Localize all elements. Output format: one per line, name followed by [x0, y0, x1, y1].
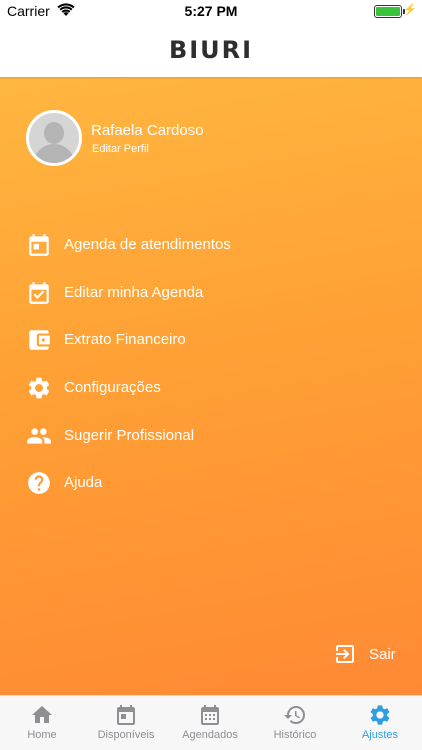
- avatar: [26, 110, 82, 166]
- tab-label: Histórico: [273, 729, 317, 741]
- logout-button[interactable]: Sair: [333, 640, 413, 670]
- menu-item-configuracoes[interactable]: Configurações: [26, 372, 406, 402]
- calendar-icon: [114, 703, 138, 727]
- profile-card[interactable]: Rafaela Cardoso Editar Perfil: [26, 110, 406, 166]
- history-icon: [283, 703, 307, 727]
- tab-label: Home: [27, 729, 57, 741]
- tab-historico[interactable]: Histórico: [253, 696, 337, 750]
- menu-item-label: Configurações: [64, 379, 161, 396]
- status-bar: Carrier 5:27 PM ⚡: [0, 0, 422, 22]
- menu-item-label: Extrato Financeiro: [64, 331, 186, 348]
- battery-icon: [374, 5, 402, 18]
- tab-ajustes[interactable]: Ajustes: [338, 696, 422, 750]
- menu-item-label: Editar minha Agenda: [64, 284, 204, 301]
- menu-item-label: Ajuda: [64, 474, 103, 491]
- tab-bar: Home Disponíveis Agendados Histórico Aju…: [0, 695, 422, 750]
- calendar-check-icon: [26, 280, 52, 306]
- help-icon: [26, 470, 52, 496]
- app-header: BIURI: [0, 22, 422, 77]
- menu-item-sugerir-profissional[interactable]: Sugerir Profissional: [26, 420, 406, 450]
- gear-icon: [26, 375, 52, 401]
- menu-item-agenda-atendimentos[interactable]: Agenda de atendimentos: [26, 229, 406, 259]
- menu-item-ajuda[interactable]: Ajuda: [26, 467, 406, 497]
- menu-item-extrato-financeiro[interactable]: Extrato Financeiro: [26, 324, 406, 354]
- menu-item-label: Sugerir Profissional: [64, 427, 195, 444]
- wallet-icon: [26, 327, 52, 353]
- calendar-icon: [26, 232, 52, 258]
- profile-name: Rafaela Cardoso: [91, 122, 204, 139]
- people-icon: [26, 423, 52, 449]
- charging-icon: ⚡: [403, 4, 417, 16]
- edit-profile-link[interactable]: Editar Perfil: [92, 143, 149, 155]
- exit-icon: [333, 642, 357, 666]
- home-icon: [30, 703, 54, 727]
- settings-panel: Rafaela Cardoso Editar Perfil Agenda de …: [0, 77, 422, 695]
- menu-item-label: Agenda de atendimentos: [64, 236, 231, 253]
- menu-item-editar-agenda[interactable]: Editar minha Agenda: [26, 277, 406, 307]
- tab-agendados[interactable]: Agendados: [168, 696, 252, 750]
- logout-label: Sair: [369, 646, 396, 663]
- tab-disponiveis[interactable]: Disponíveis: [84, 696, 168, 750]
- app-logo: BIURI: [168, 36, 254, 64]
- gear-icon: [368, 703, 392, 727]
- tab-home[interactable]: Home: [0, 696, 84, 750]
- tab-label: Disponíveis: [97, 729, 155, 741]
- clock: 5:27 PM: [184, 3, 238, 19]
- tab-label: Agendados: [182, 729, 238, 741]
- calendar-grid-icon: [198, 703, 222, 727]
- tab-label: Ajustes: [361, 729, 399, 741]
